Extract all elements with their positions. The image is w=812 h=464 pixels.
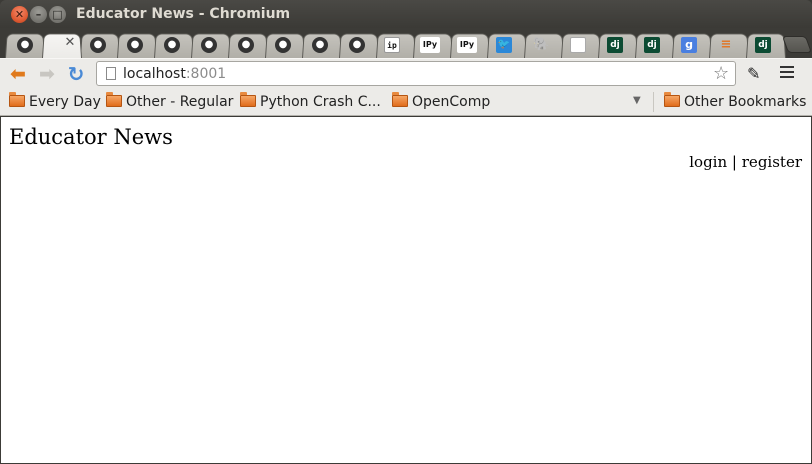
toolbar: ⬅ ➡ ↻ localhost:8001 ☆ ✎ [0, 58, 812, 88]
github-icon: ● [201, 37, 217, 53]
bookmark-folder-every-day[interactable]: Every Day [9, 92, 101, 111]
bookmark-label: Other - Regular [126, 94, 234, 110]
auth-separator: | [731, 153, 737, 171]
eyedropper-icon[interactable]: ✎ [747, 64, 760, 84]
login-link[interactable]: login [689, 153, 727, 171]
title-bar: ✕ – □ Educator News - Chromium [0, 0, 812, 28]
django-icon: dj [644, 37, 660, 53]
url-text: localhost:8001 [123, 66, 226, 82]
folder-icon [240, 92, 256, 107]
window-minimize-button[interactable]: – [30, 6, 47, 23]
github-icon: ● [238, 37, 254, 53]
url-port: :8001 [185, 66, 227, 82]
twitter-icon: 🐦 [496, 37, 512, 53]
stackoverflow-icon: ≡ [720, 37, 732, 52]
ipython-icon: IPy [457, 37, 477, 53]
tab-educator-news[interactable] [42, 33, 82, 58]
address-bar[interactable]: localhost:8001 ☆ [96, 61, 736, 86]
folder-icon [106, 92, 122, 107]
page-content: Educator News login | register [1, 117, 811, 463]
github-icon: ● [127, 37, 143, 53]
github-icon: ● [164, 37, 180, 53]
window-close-button[interactable]: ✕ [11, 6, 28, 23]
site-title: Educator News [9, 125, 173, 149]
bookmark-folder-other-bookmarks[interactable]: Other Bookmarks [664, 92, 807, 111]
bookmark-folder-opencomp[interactable]: OpenComp [392, 92, 491, 111]
register-link[interactable]: register [742, 153, 802, 171]
document-icon [570, 37, 586, 53]
postgresql-icon: 🐘 [533, 37, 550, 52]
url-host: localhost [123, 66, 186, 82]
django-icon: dj [607, 37, 623, 53]
window-maximize-button[interactable]: □ [49, 6, 66, 23]
bookmarks-bar: Every Day Other - Regular Python Crash C… [0, 88, 812, 116]
github-icon: ● [90, 37, 106, 53]
bookmarks-divider [653, 92, 654, 112]
window-title: Educator News - Chromium [76, 6, 291, 22]
ipython-icon: IPy [420, 37, 440, 53]
menu-icon[interactable] [780, 66, 794, 80]
auth-links: login | register [689, 153, 802, 171]
page-icon [106, 67, 116, 80]
bookmark-folder-other-regular[interactable]: Other - Regular [106, 92, 234, 111]
bookmarks-overflow-chevron-icon[interactable]: ▼ [633, 95, 641, 106]
bookmark-folder-python-crash-course[interactable]: Python Crash C... [240, 92, 381, 111]
folder-icon [392, 92, 408, 107]
bookmark-label: Every Day [29, 94, 101, 110]
reload-button[interactable]: ↻ [65, 64, 87, 84]
browser-window: ✕ – □ Educator News - Chromium ● ✕ ● ● ●… [0, 0, 812, 464]
github-icon: ● [349, 37, 365, 53]
bookmark-label: Other Bookmarks [684, 94, 807, 110]
ip-icon: ip [384, 37, 400, 53]
tab-strip: ● ✕ ● ● ● ● ● ● ● ● ip IPy IPy 🐦 🐘 dj dj… [0, 28, 812, 58]
close-icon[interactable]: ✕ [64, 36, 76, 49]
folder-icon [9, 92, 25, 107]
folder-icon [664, 92, 680, 107]
bookmark-label: Python Crash C... [260, 94, 381, 110]
github-icon: ● [275, 37, 291, 53]
bookmark-label: OpenComp [412, 94, 491, 110]
forward-button[interactable]: ➡ [36, 64, 58, 84]
bookmark-star-icon[interactable]: ☆ [713, 63, 729, 84]
django-icon: dj [755, 37, 771, 53]
github-icon: ● [312, 37, 328, 53]
github-icon: ● [17, 37, 33, 53]
google-icon: g [681, 37, 697, 53]
back-button[interactable]: ⬅ [7, 64, 29, 84]
